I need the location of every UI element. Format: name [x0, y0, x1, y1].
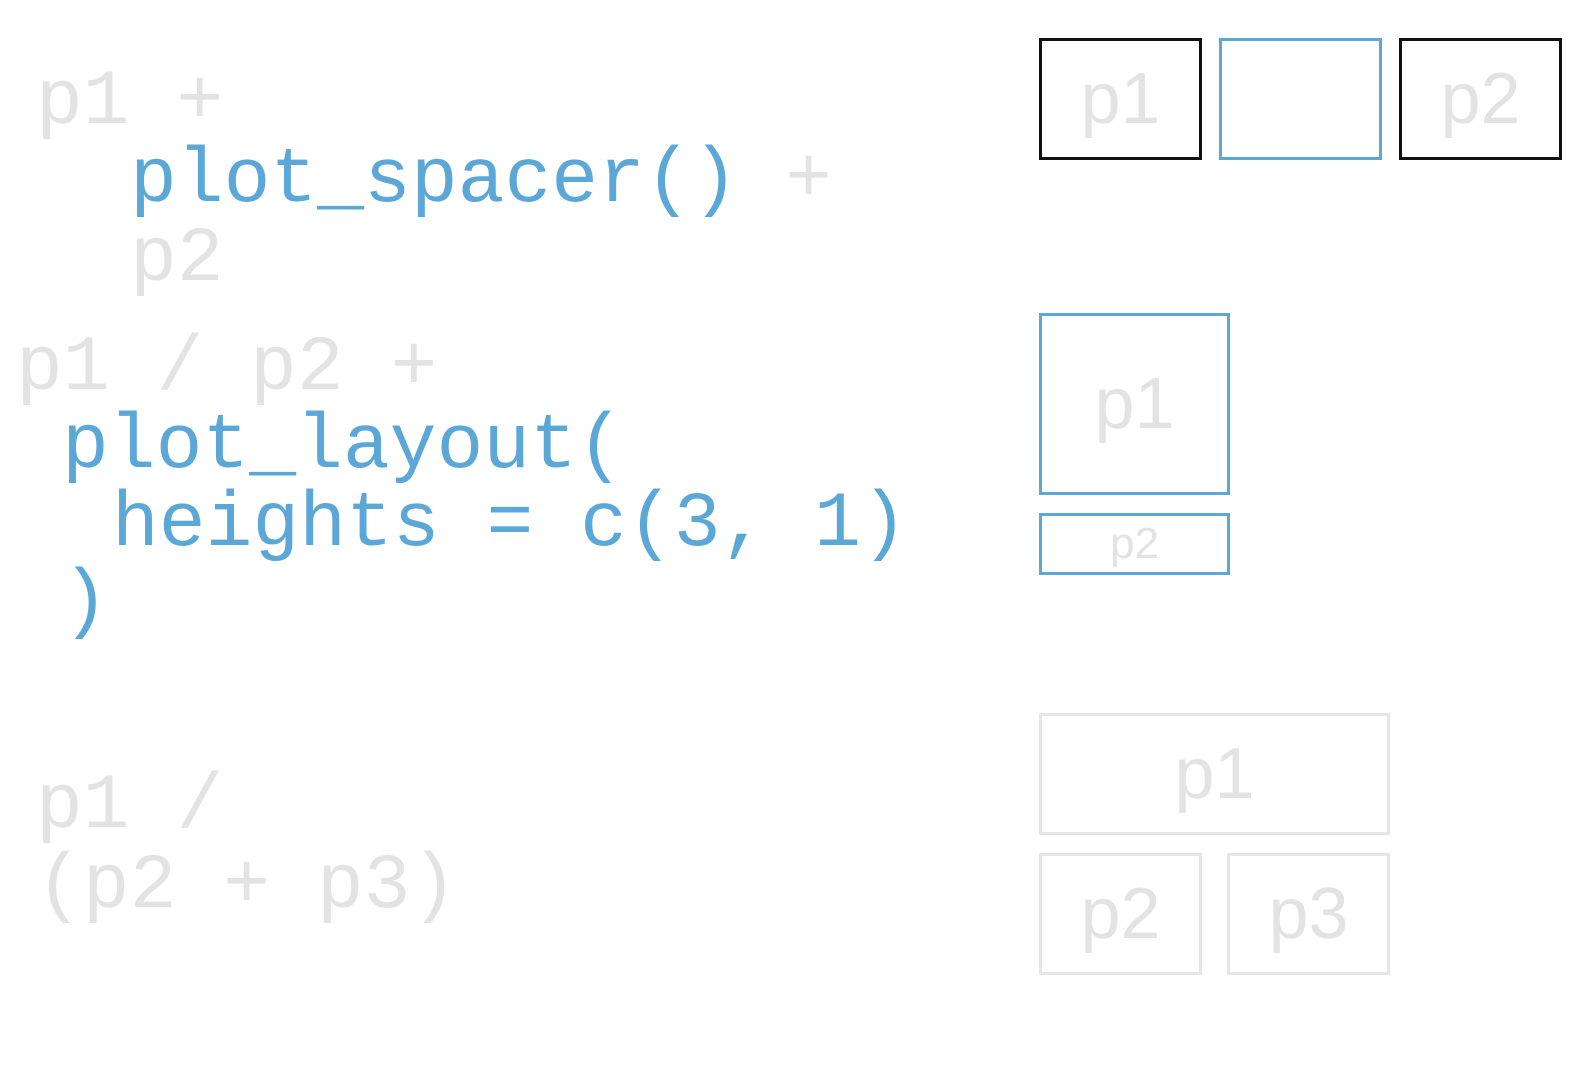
- code-line: p2: [130, 216, 224, 304]
- panel-p2: p2: [1039, 853, 1202, 975]
- panel-p2: p2: [1039, 513, 1230, 575]
- code-function: plot_spacer(): [130, 137, 739, 225]
- code-line: (p2 + p3): [36, 843, 458, 931]
- panel-p2: p2: [1399, 38, 1562, 160]
- panel-p1: p1: [1039, 713, 1390, 835]
- panel-p3: p3: [1227, 853, 1390, 975]
- code-line: ): [62, 559, 109, 647]
- panel-p1: p1: [1039, 313, 1230, 495]
- code-operator: +: [738, 137, 833, 225]
- panel-spacer: [1219, 38, 1382, 160]
- panel-p1: p1: [1039, 38, 1202, 160]
- code-line: p1 +: [36, 59, 224, 147]
- code-line: p1 / p2 +: [16, 325, 438, 413]
- code-line: plot_spacer() +: [130, 142, 832, 220]
- code-line: p1 /: [36, 763, 224, 851]
- code-line: plot_layout(: [62, 403, 624, 491]
- code-line: heights = c(3, 1): [112, 481, 908, 569]
